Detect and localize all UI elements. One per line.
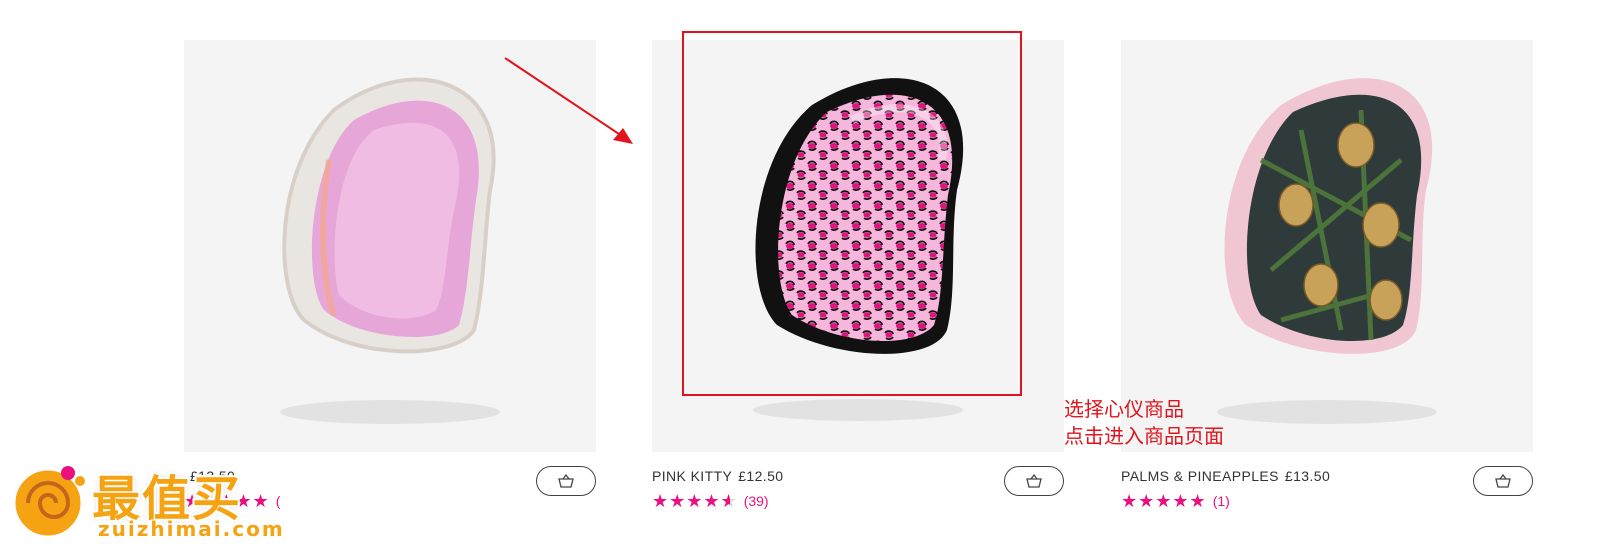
product-rating: ★★★★★ (1) [1121, 491, 1230, 511]
basket-icon [558, 474, 574, 488]
annotation-line-1: 选择心仪商品 [1064, 397, 1184, 421]
basket-icon [1026, 474, 1042, 488]
watermark-domain: zuizhimai.com [98, 517, 285, 541]
site-watermark: 最值买 zuizhimai.com [6, 455, 306, 545]
snail-mascot-icon [12, 466, 85, 539]
annotation-text: 选择心仪商品 点击进入商品页面 [1064, 396, 1224, 450]
product-price: £12.50 [738, 468, 784, 484]
product-name[interactable]: PINK KITTY [652, 468, 732, 484]
add-to-basket-button[interactable] [1473, 466, 1533, 496]
annotation-arrow-icon [504, 57, 633, 144]
add-to-basket-button[interactable] [536, 466, 596, 496]
product-image-palms-pineapples[interactable] [1121, 40, 1533, 452]
annotation-highlight-box [682, 31, 1022, 396]
annotation-line-2: 点击进入商品页面 [1064, 424, 1224, 448]
product-rating: ★★★★★ (39) [652, 492, 769, 510]
add-to-basket-button[interactable] [1004, 466, 1064, 496]
product-name[interactable]: PALMS & PINEAPPLES [1121, 468, 1279, 484]
pineapple-brush-illustration [1217, 78, 1437, 424]
review-count[interactable]: (1) [1213, 493, 1230, 509]
half-star-icon: ★ [721, 492, 738, 510]
review-count[interactable]: (39) [744, 493, 769, 509]
rating-stars: ★★★★★ [652, 492, 738, 510]
product-price: £13.50 [1284, 468, 1331, 484]
basket-icon [1495, 474, 1511, 488]
rating-stars: ★★★★★ [1121, 491, 1207, 511]
